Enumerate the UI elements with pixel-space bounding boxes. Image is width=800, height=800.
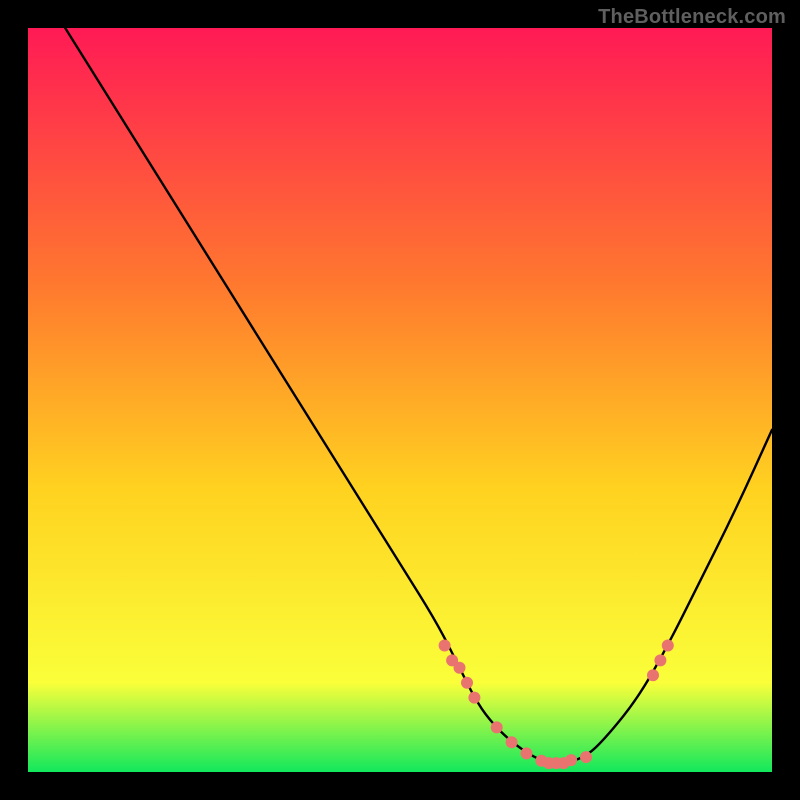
highlight-marker: [662, 640, 674, 652]
watermark-text: TheBottleneck.com: [598, 6, 786, 29]
highlight-marker: [439, 640, 451, 652]
highlight-marker: [565, 754, 577, 766]
highlight-marker: [454, 662, 466, 674]
highlight-marker: [461, 677, 473, 689]
highlight-marker: [580, 751, 592, 763]
highlight-marker: [468, 692, 480, 704]
highlight-marker: [491, 721, 503, 733]
chart-frame: [28, 28, 772, 772]
bottleneck-chart: [28, 28, 772, 772]
highlight-marker: [506, 736, 518, 748]
highlight-marker: [521, 747, 533, 759]
highlight-marker: [647, 669, 659, 681]
highlight-marker: [654, 654, 666, 666]
